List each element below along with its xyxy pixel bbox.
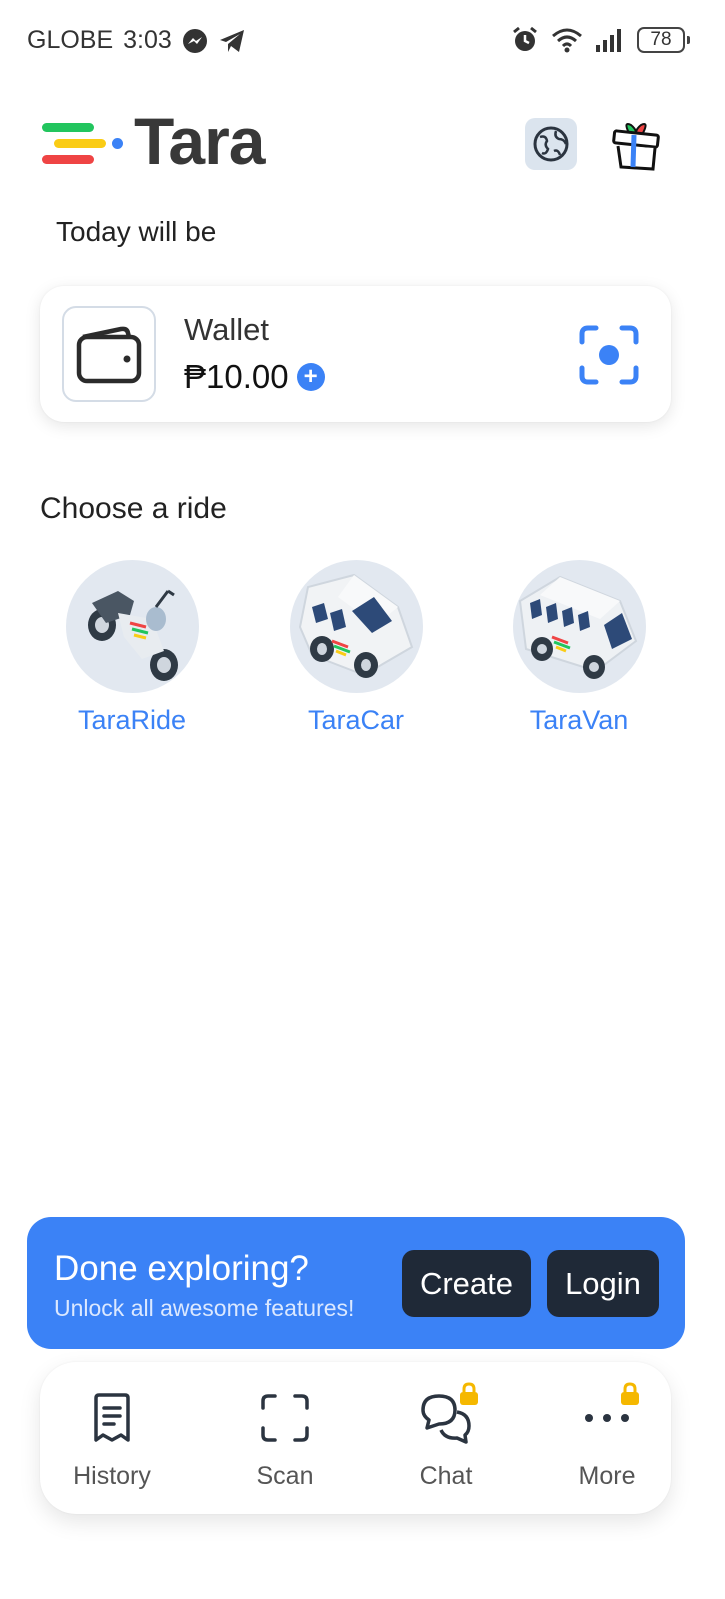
- car-icon: [298, 573, 414, 678]
- status-bar: GLOBE 3:03 78: [0, 0, 725, 86]
- nav-icon-wrap: [257, 1390, 313, 1446]
- lock-icon: [621, 1382, 639, 1405]
- nav-item-history[interactable]: History: [47, 1390, 177, 1491]
- status-right: 78: [511, 26, 690, 54]
- brand-name: Tara: [134, 104, 266, 178]
- battery-icon: 78: [637, 27, 690, 53]
- ride-option-tararide[interactable]: TaraRide: [47, 560, 217, 736]
- wallet-card[interactable]: Wallet ₱10.00 +: [40, 286, 671, 422]
- motorcycle-icon: [88, 589, 178, 681]
- nav-label: History: [73, 1462, 151, 1490]
- wallet-title: Wallet: [184, 312, 269, 347]
- nav-item-scan[interactable]: Scan: [220, 1390, 350, 1491]
- ride-option-taravan[interactable]: TaraVan: [494, 560, 664, 736]
- ride-circle: [512, 560, 646, 693]
- alarm-icon: [513, 26, 537, 51]
- ride-label: TaraRide: [77, 705, 187, 735]
- globe-icon: [533, 126, 569, 162]
- ride-option-taracar[interactable]: TaraCar: [271, 560, 441, 736]
- add-funds-button[interactable]: +: [296, 363, 325, 391]
- van-icon: [518, 575, 638, 679]
- nav-item-chat[interactable]: Chat: [381, 1382, 511, 1491]
- battery-level: 78: [650, 29, 672, 50]
- gift-icon: [612, 123, 660, 171]
- create-account-button[interactable]: Create: [402, 1250, 531, 1317]
- ride-circle: [289, 560, 423, 693]
- wallet-icon-box: [62, 306, 156, 402]
- ride-label: TaraCar: [307, 705, 405, 735]
- wifi-icon: [552, 28, 582, 53]
- wallet-balance: ₱10.00: [184, 358, 289, 395]
- ride-circle: [65, 560, 199, 693]
- app-logo: Tara: [42, 104, 266, 178]
- nav-icon-wrap: [579, 1382, 639, 1446]
- nav-icon-wrap: [418, 1382, 478, 1446]
- wallet-icon: [76, 326, 142, 384]
- rewards-button[interactable]: [608, 118, 664, 174]
- clock: 3:03: [123, 26, 172, 54]
- telegram-icon: [219, 29, 244, 52]
- scan-qr-icon[interactable]: [578, 324, 640, 386]
- nav-label: Chat: [419, 1462, 473, 1490]
- nav-label: More: [578, 1462, 636, 1490]
- bottom-nav: History Scan Chat More: [40, 1362, 671, 1514]
- carrier-name: GLOBE: [27, 26, 114, 54]
- scan-frame-icon: [261, 1394, 309, 1442]
- signup-banner: Done exploring? Unlock all awesome featu…: [27, 1217, 685, 1349]
- banner-subtitle: Unlock all awesome features!: [54, 1295, 355, 1321]
- banner-title: Done exploring?: [54, 1249, 309, 1288]
- status-left: GLOBE 3:03: [27, 26, 246, 55]
- logo-mark-icon: [42, 115, 126, 167]
- rides-section-title: Choose a ride: [40, 492, 227, 525]
- nav-icon-wrap: [84, 1390, 140, 1446]
- nav-label: Scan: [256, 1462, 314, 1490]
- greeting-text: Today will be: [56, 216, 217, 247]
- receipt-icon: [94, 1393, 130, 1442]
- lock-icon: [460, 1382, 478, 1405]
- signal-icon: [596, 29, 621, 52]
- wallet-balance-row: ₱10.00 +: [184, 358, 325, 396]
- language-button[interactable]: [525, 118, 577, 170]
- ride-label: TaraVan: [529, 705, 629, 735]
- nav-item-more[interactable]: More: [542, 1382, 672, 1491]
- login-button[interactable]: Login: [547, 1250, 659, 1317]
- messenger-icon: [182, 28, 207, 53]
